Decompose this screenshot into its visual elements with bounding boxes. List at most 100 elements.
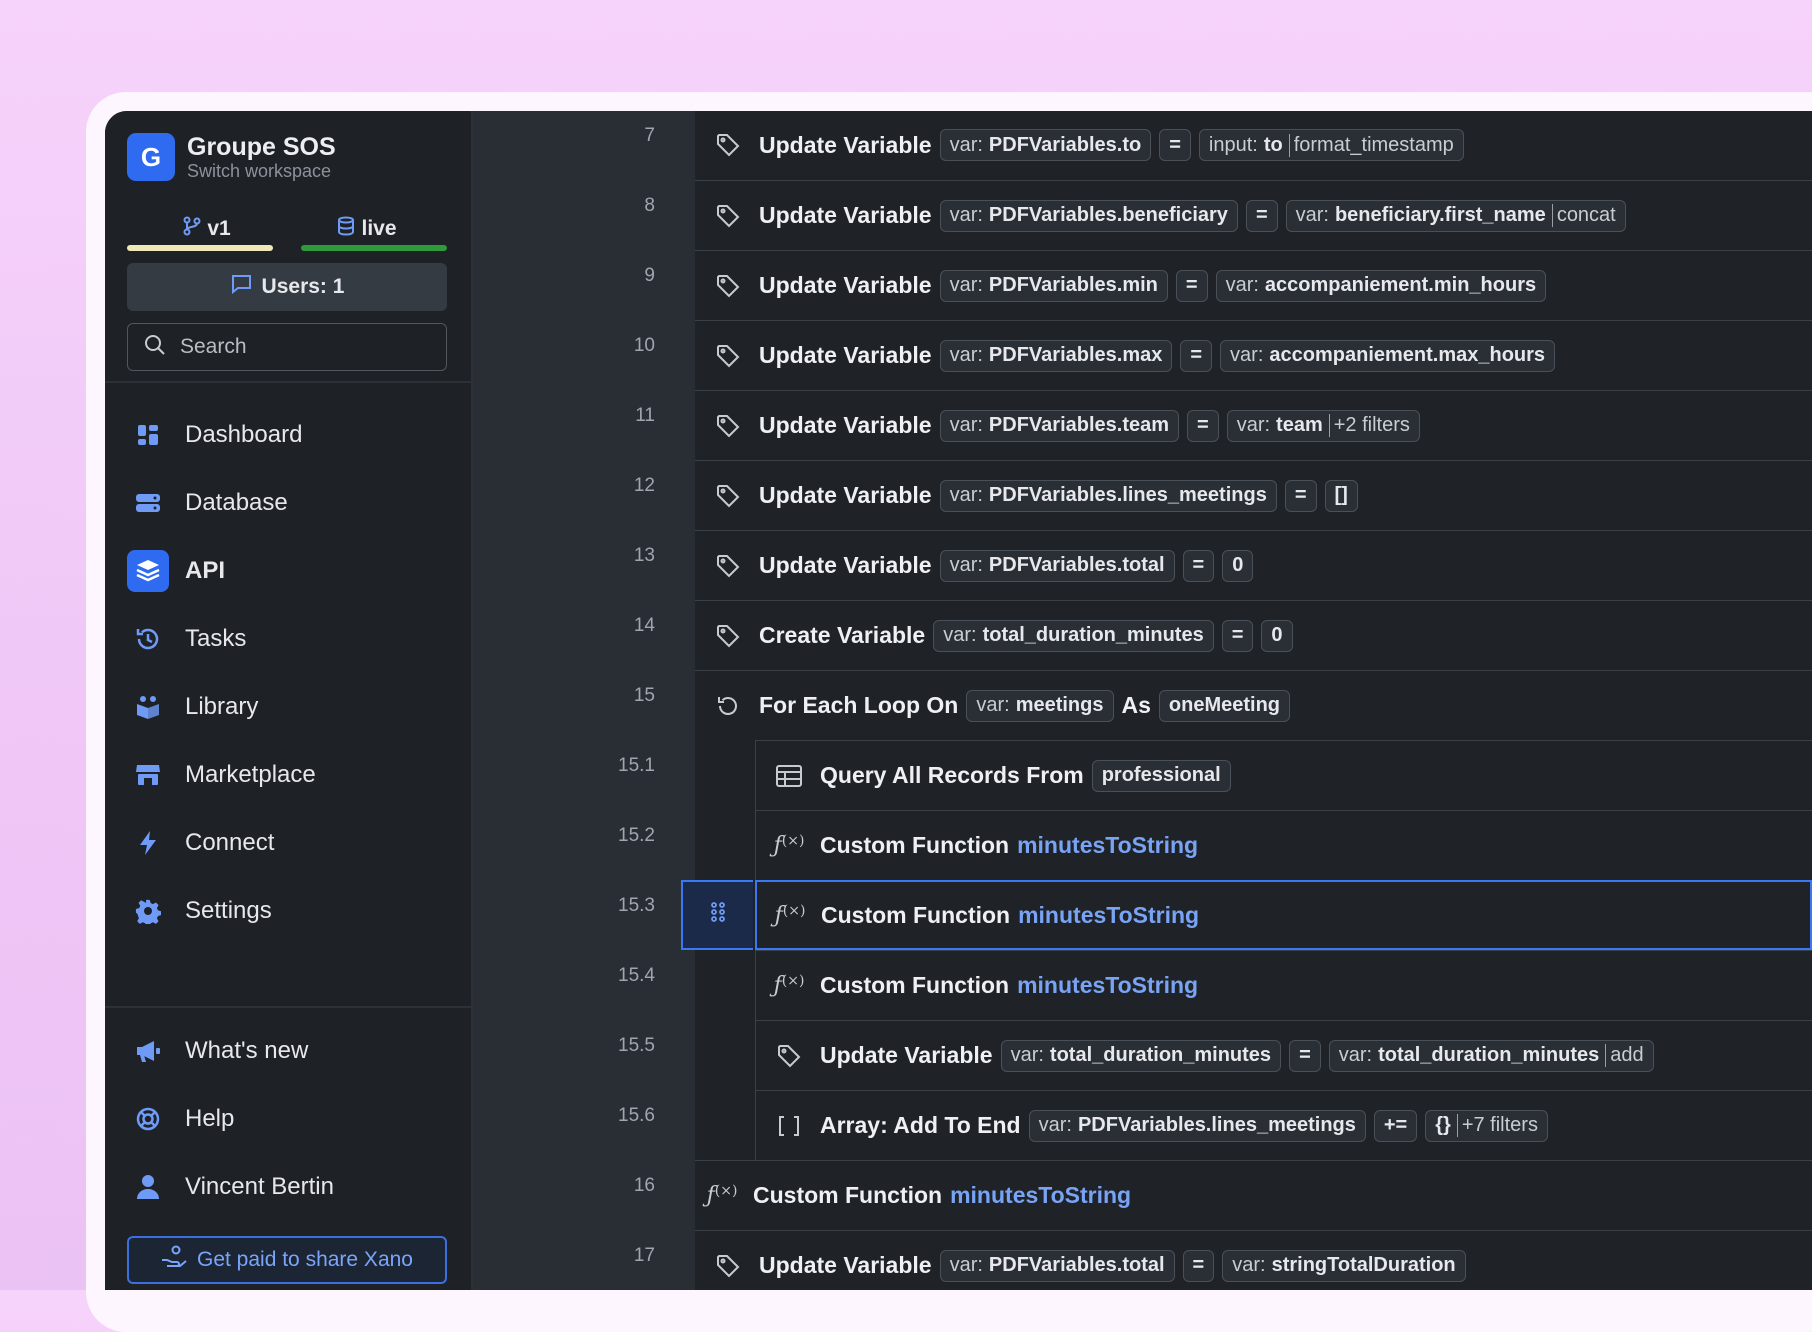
- workspace-switcher[interactable]: G Groupe SOS Switch workspace: [127, 133, 336, 181]
- var-chip[interactable]: var: total_duration_minutes: [1000, 1039, 1282, 1072]
- chip-value: total_duration_minutes: [1378, 1044, 1600, 1066]
- var-chip[interactable]: var: PDFVariables.lines_meetings: [1028, 1109, 1366, 1142]
- step-row[interactable]: Update Variable var: PDFVariables.min = v…: [695, 250, 1812, 320]
- nav-profile[interactable]: Vincent Bertin: [127, 1153, 447, 1221]
- chip-value: PDFVariables.to: [988, 133, 1142, 156]
- step-row[interactable]: Update Variable var: PDFVariables.max = v…: [695, 320, 1812, 390]
- operator-chip[interactable]: =: [1284, 479, 1317, 512]
- step-row[interactable]: Update Variable var: total_duration_minut…: [755, 1020, 1812, 1090]
- search-box[interactable]: [127, 323, 447, 371]
- value-chip[interactable]: var: accompaniement.max_hours: [1220, 339, 1556, 372]
- function-link[interactable]: minutesToString: [1018, 902, 1199, 929]
- operator-chip[interactable]: =: [1221, 619, 1254, 652]
- var-chip[interactable]: var: PDFVariables.min: [939, 269, 1168, 302]
- var-chip[interactable]: var: PDFVariables.to: [939, 129, 1152, 161]
- nav-whats-new[interactable]: What's new: [127, 1017, 447, 1085]
- value-chip[interactable]: var: accompaniement.min_hours: [1215, 269, 1547, 302]
- nav-help[interactable]: Help: [127, 1085, 447, 1153]
- operator-chip[interactable]: =: [1245, 199, 1278, 232]
- var-chip[interactable]: var: total_duration_minutes: [933, 619, 1214, 652]
- step-row[interactable]: ƒ (×) Custom Function minutesToString: [755, 950, 1812, 1020]
- step-row[interactable]: Create Variable var: total_duration_minut…: [695, 600, 1812, 670]
- step-row[interactable]: Update Variable var: PDFVariables.total =…: [695, 1230, 1812, 1290]
- nav-label: Settings: [185, 897, 272, 924]
- table-chip[interactable]: professional: [1091, 759, 1231, 792]
- operator-chip[interactable]: +=: [1373, 1109, 1418, 1142]
- var-chip[interactable]: var: PDFVariables.lines_meetings: [939, 479, 1277, 512]
- chip-prefix: var:: [1236, 414, 1271, 436]
- step-row[interactable]: Update Variable var: PDFVariables.lines_m…: [695, 460, 1812, 530]
- nav-label: What's new: [185, 1037, 309, 1064]
- function-link[interactable]: minutesToString: [1017, 972, 1198, 999]
- nav-dashboard[interactable]: Dashboard: [127, 401, 447, 469]
- chip-prefix: var:: [976, 694, 1010, 716]
- chip-prefix: var:: [949, 274, 983, 296]
- nav-api[interactable]: API: [127, 537, 447, 605]
- operator-chip[interactable]: =: [1182, 549, 1215, 582]
- value-chip[interactable]: var: total_duration_minutes add: [1328, 1039, 1654, 1072]
- operator-chip[interactable]: =: [1182, 1249, 1215, 1282]
- var-chip[interactable]: var: PDFVariables.beneficiary: [939, 199, 1238, 232]
- chip-value: PDFVariables.team: [988, 414, 1170, 436]
- user-icon: [127, 1166, 169, 1208]
- value-chip[interactable]: 0: [1261, 619, 1293, 652]
- operator-chip[interactable]: =: [1187, 409, 1219, 442]
- line-number: 15.4: [618, 965, 655, 986]
- branch-live[interactable]: live: [287, 207, 447, 251]
- chip-filter: format_timestamp: [1288, 133, 1454, 157]
- step-row[interactable]: Query All Records From professional: [755, 740, 1812, 810]
- var-chip[interactable]: var: PDFVariables.team: [939, 409, 1180, 442]
- gear-icon: [127, 890, 169, 932]
- nav-settings[interactable]: Settings: [127, 877, 447, 945]
- step-row[interactable]: Update Variable var: PDFVariables.benefic…: [695, 180, 1812, 250]
- chip-prefix: var:: [949, 133, 983, 156]
- chip-prefix: var:: [1232, 1254, 1266, 1276]
- nav-label: Vincent Bertin: [185, 1173, 334, 1200]
- var-chip[interactable]: var: PDFVariables.total: [939, 1249, 1175, 1282]
- operator-chip[interactable]: =: [1289, 1039, 1321, 1072]
- step-row[interactable]: Array: Add To End var: PDFVariables.lines…: [755, 1090, 1812, 1160]
- branch-v1-label: v1: [207, 217, 231, 240]
- step-row[interactable]: Update Variable var: PDFVariables.total =…: [695, 530, 1812, 600]
- layers-icon: [127, 550, 169, 592]
- operator-chip[interactable]: =: [1159, 129, 1191, 161]
- share-xano-button[interactable]: Get paid to share Xano: [127, 1236, 447, 1284]
- step-row[interactable]: ƒ (×) Custom Function minutesToString: [695, 1160, 1812, 1230]
- var-chip[interactable]: var: PDFVariables.total: [939, 549, 1175, 582]
- search-input[interactable]: [178, 334, 422, 360]
- value-chip[interactable]: []: [1324, 479, 1358, 512]
- nav-connect[interactable]: Connect: [127, 809, 447, 877]
- loop-row[interactable]: For Each Loop On var: meetings As oneMeet…: [695, 670, 1812, 740]
- step-row[interactable]: Update Variable var: PDFVariables.team = …: [695, 390, 1812, 460]
- step-row-selected[interactable]: ƒ (×) Custom Function minutesToString: [755, 880, 1812, 950]
- operator-chip[interactable]: =: [1175, 269, 1208, 302]
- value-chip[interactable]: {} +7 filters: [1425, 1109, 1548, 1142]
- chip-value: team: [1276, 414, 1323, 436]
- step-row[interactable]: ƒ (×) Custom Function minutesToString: [755, 810, 1812, 880]
- nav-library[interactable]: Library: [127, 673, 447, 741]
- tag-icon: [711, 204, 745, 228]
- function-link[interactable]: minutesToString: [1017, 832, 1198, 859]
- step-row[interactable]: Update Variable var: PDFVariables.to = in…: [695, 111, 1812, 180]
- var-chip[interactable]: var: meetings: [966, 689, 1114, 722]
- chip-value: total_duration_minutes: [1049, 1044, 1272, 1066]
- nav-database[interactable]: Database: [127, 469, 447, 537]
- users-button[interactable]: Users: 1: [127, 263, 447, 311]
- branch-v1[interactable]: v1: [127, 207, 287, 251]
- drag-handle[interactable]: [681, 880, 753, 950]
- var-chip[interactable]: var: PDFVariables.max: [939, 339, 1173, 372]
- value-chip[interactable]: var: team +2 filters: [1226, 409, 1420, 442]
- operator-chip[interactable]: =: [1180, 339, 1213, 372]
- line-number: 15.2: [618, 825, 655, 846]
- line-number: 15.3: [618, 895, 655, 916]
- value-chip[interactable]: var: stringTotalDuration: [1222, 1249, 1466, 1282]
- value-chip[interactable]: input: to format_timestamp: [1198, 129, 1464, 161]
- nav-tasks[interactable]: Tasks: [127, 605, 447, 673]
- alias-chip[interactable]: oneMeeting: [1158, 689, 1291, 722]
- tag-icon: [711, 133, 745, 157]
- chip-value: meetings: [1015, 694, 1104, 716]
- value-chip[interactable]: 0: [1222, 549, 1254, 582]
- function-link[interactable]: minutesToString: [950, 1182, 1131, 1209]
- nav-marketplace[interactable]: Marketplace: [127, 741, 447, 809]
- value-chip[interactable]: var: beneficiary.first_name concat: [1285, 199, 1626, 232]
